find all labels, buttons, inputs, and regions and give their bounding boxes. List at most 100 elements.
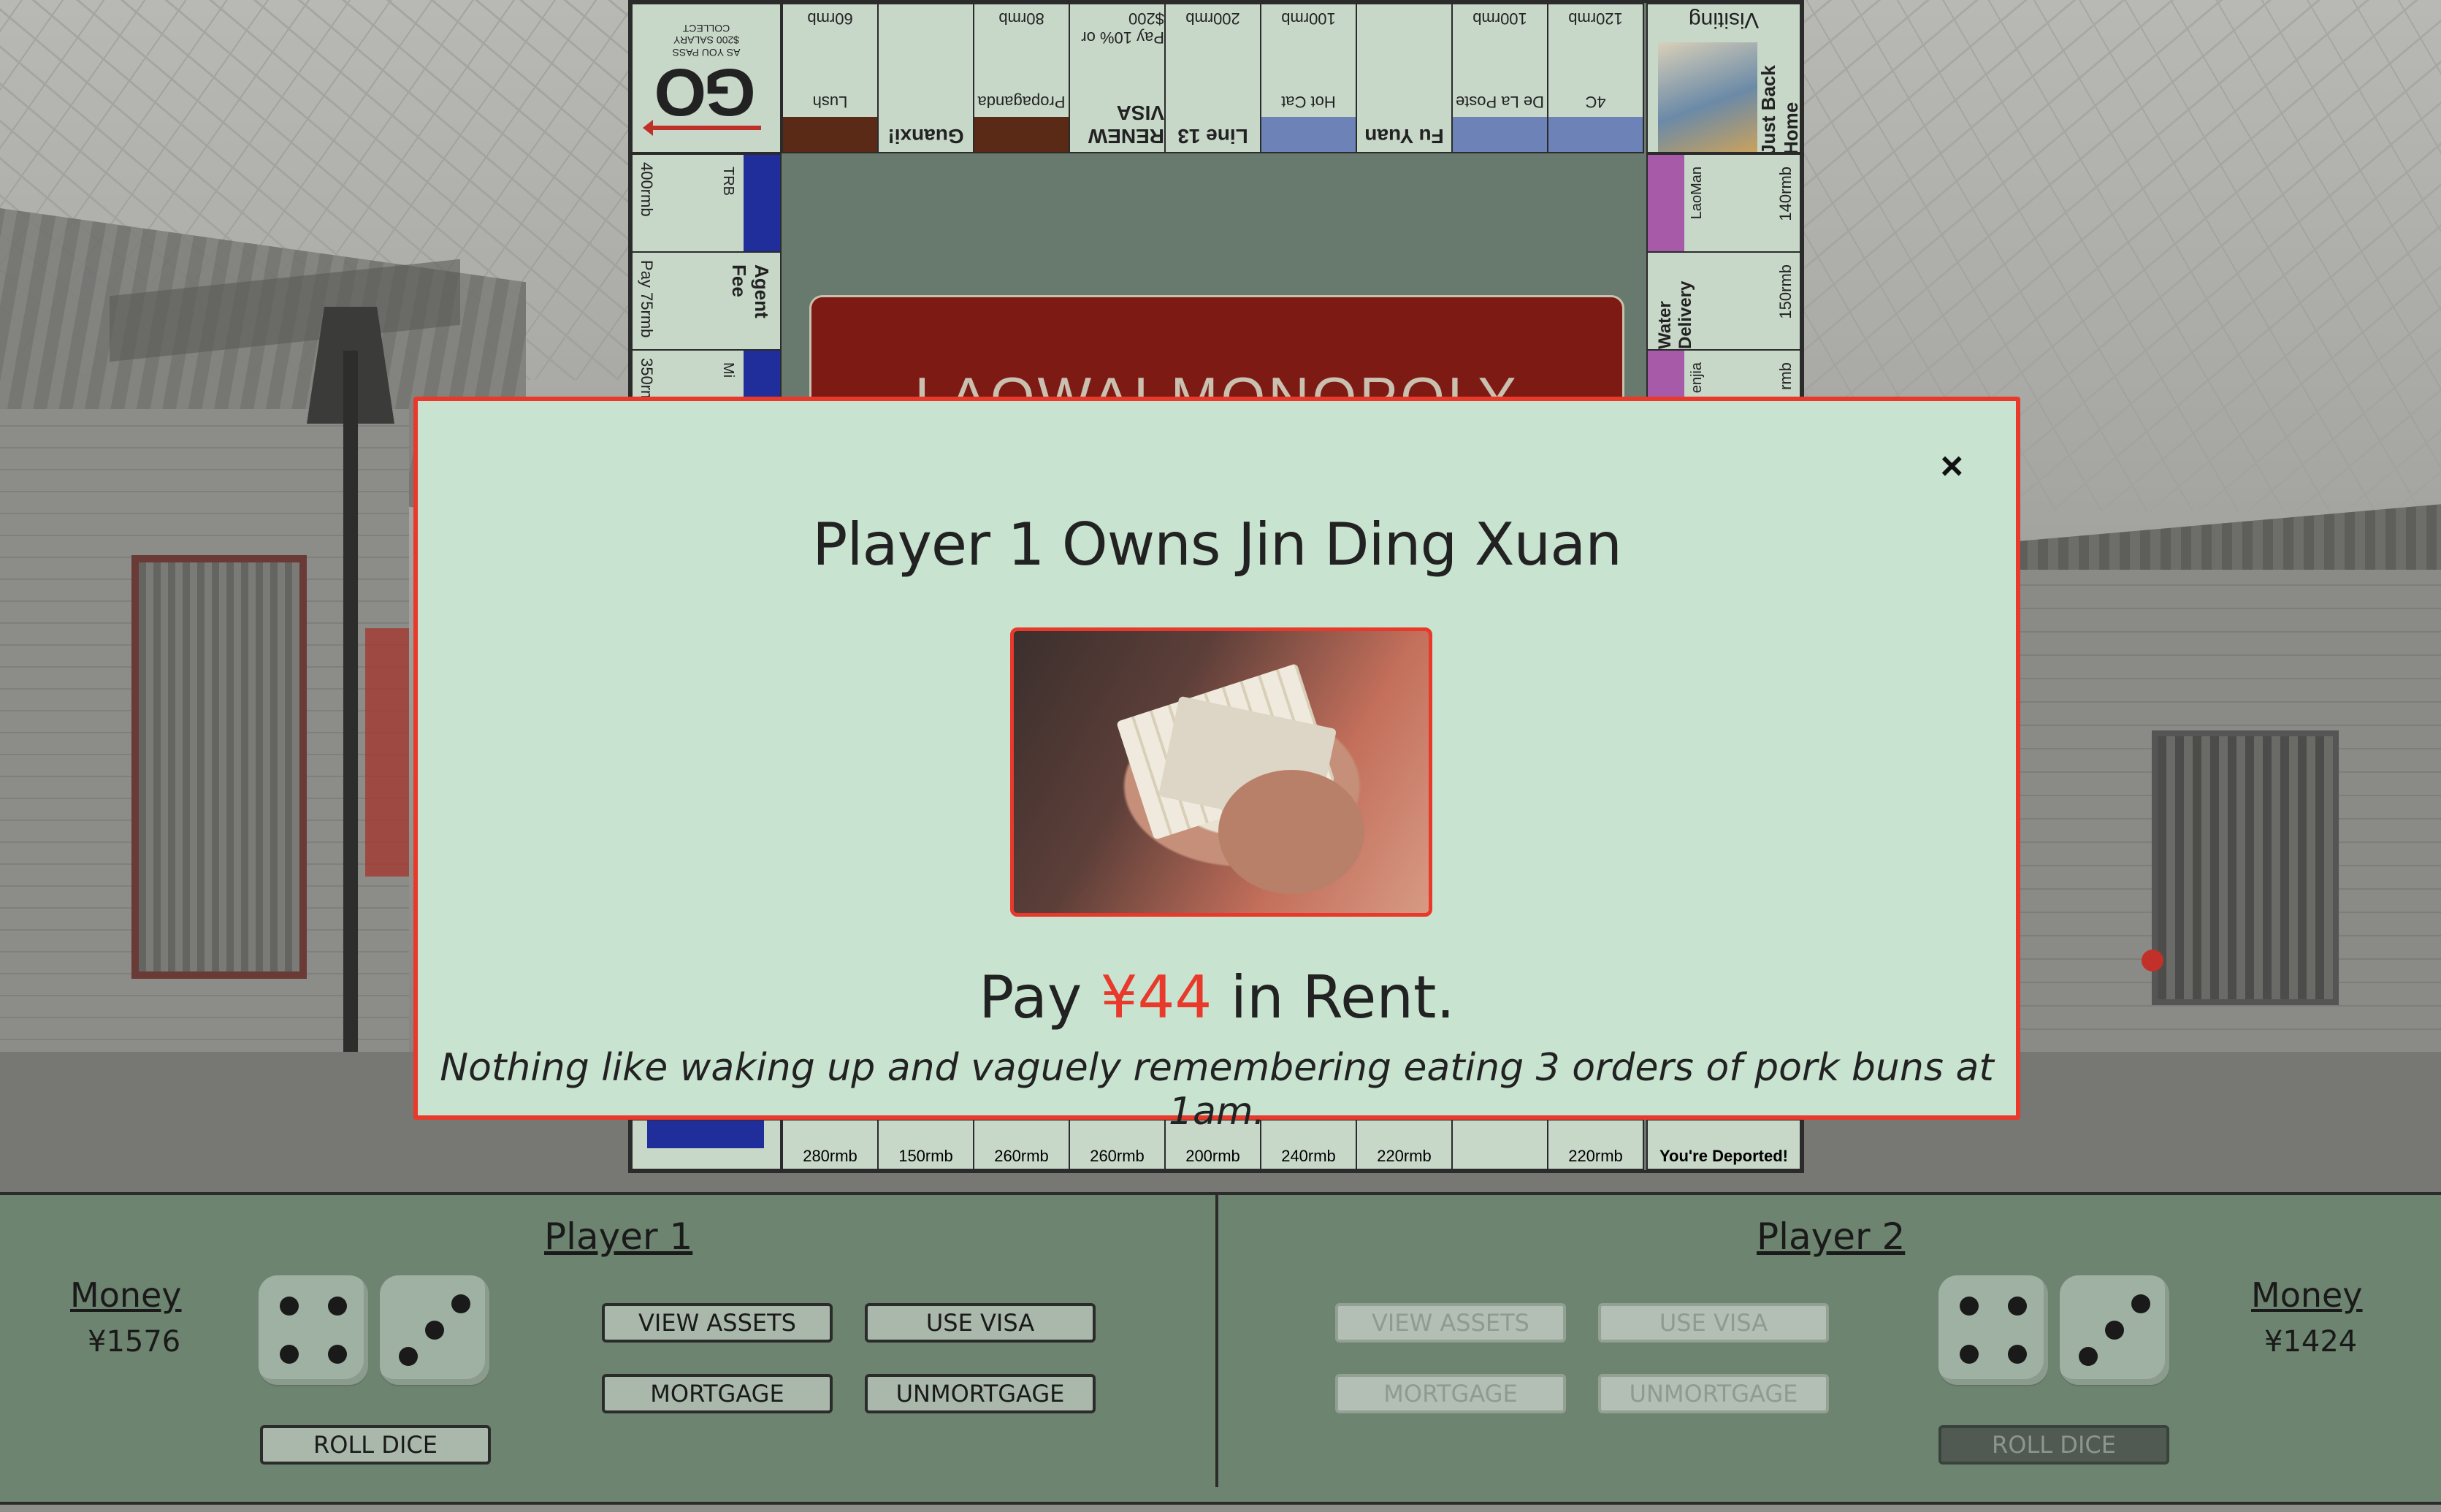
player-1-use-visa-button[interactable]: USE VISA [865, 1303, 1096, 1343]
background-door-left [131, 555, 307, 979]
rent-amount: ¥44 [1100, 963, 1212, 1031]
die-pip [2008, 1345, 2027, 1364]
color-band [744, 155, 780, 251]
die-pip [2079, 1347, 2098, 1366]
board-space-top: Hot Cat 100rmb [1260, 3, 1357, 153]
space-price: Pay 75rmb [638, 260, 656, 338]
rent-message: Pay ¥44 in Rent. [418, 963, 2016, 1031]
rent-suffix: in Rent. [1212, 963, 1455, 1031]
hand [1218, 770, 1364, 894]
go-sub-label-1: COLLECT [682, 22, 730, 34]
player-1-title: Player 1 [544, 1215, 693, 1258]
go-arrow-icon [652, 126, 761, 131]
money-photo [1010, 627, 1432, 917]
space-name: Guanxi! [887, 125, 964, 148]
board-space-top: 4C 120rmb [1547, 3, 1644, 153]
just-back-home-label: Just Back Home [1757, 65, 1801, 153]
space-price: 60rmb [807, 9, 853, 28]
player-2-money-label: Money [2251, 1275, 2363, 1315]
board-space-top: Line 13 200rmb [1164, 3, 1261, 153]
player-2-title: Player 2 [1757, 1215, 1906, 1258]
board-space-top: Guanxi! [877, 3, 974, 153]
die-pip [451, 1294, 470, 1313]
space-name: Lush [812, 93, 848, 111]
space-name: LaoMan [1689, 167, 1705, 220]
board-space-top: Fu Yuan [1356, 3, 1453, 153]
player-1-die-1 [259, 1275, 368, 1385]
space-name: enjia [1689, 362, 1705, 394]
panel-divider [1215, 1195, 1218, 1487]
space-price: 100rmb [1472, 9, 1527, 28]
space-name: Propaganda [977, 93, 1066, 111]
space-price: 140rmb [1776, 167, 1795, 221]
just-back-home-cell: Just Back Home [1757, 42, 1801, 153]
die-pip [425, 1321, 444, 1340]
player-1-roll-dice-button[interactable]: ROLL DICE [260, 1425, 491, 1465]
board-space-right: Water Delivery 150rmb [1646, 251, 1801, 351]
player-1-unmortgage-button[interactable]: UNMORTGAGE [865, 1374, 1096, 1413]
go-label: GO [657, 55, 756, 130]
die-pip [2131, 1294, 2150, 1313]
space-price: rmb [1776, 362, 1795, 390]
traveler-image [1658, 42, 1757, 152]
background-red-light [2142, 950, 2163, 971]
space-name: 4C [1585, 93, 1606, 111]
space-price: 100rmb [1281, 9, 1336, 28]
space-price: 150rmb [1776, 264, 1795, 319]
player-1-view-assets-button[interactable]: VIEW ASSETS [602, 1303, 833, 1343]
player-1-money-value: ¥1576 [88, 1325, 181, 1359]
die-pip [328, 1297, 347, 1316]
board-space-top: RENEW VISA Pay 10% or $200 [1069, 3, 1166, 153]
player-2-mortgage-button[interactable]: MORTGAGE [1335, 1374, 1566, 1413]
space-name: Hot Cat [1281, 93, 1336, 111]
rent-modal: × Player 1 Owns Jin Ding Xuan Pay ¥44 in… [413, 397, 2020, 1134]
die-pip [2105, 1321, 2124, 1340]
player-2-use-visa-button[interactable]: USE VISA [1598, 1303, 1829, 1343]
close-icon[interactable]: × [1940, 446, 1963, 486]
die-pip [280, 1297, 299, 1316]
player-1-die-2 [380, 1275, 489, 1385]
rent-prefix: Pay [979, 963, 1101, 1031]
space-price: 80rmb [998, 9, 1044, 28]
die-pip [399, 1347, 418, 1366]
space-name: De La Poste [1455, 93, 1545, 111]
space-price: 120rmb [1568, 9, 1623, 28]
space-name: TRB [720, 167, 736, 196]
go-sub-label-2: $200 SALARY [673, 34, 740, 47]
space-name: Water Delivery [1655, 280, 1695, 349]
space-name: Line 13 [1177, 125, 1248, 148]
board-corner-visiting: Visiting Just Back Home [1646, 3, 1801, 153]
rent-quote: Nothing like waking up and vaguely remem… [440, 1046, 1994, 1134]
die-pip [2008, 1297, 2027, 1316]
background-red-banner [365, 628, 409, 877]
board-space-top: De La Poste 100rmb [1451, 3, 1548, 153]
player-2-view-assets-button[interactable]: VIEW ASSETS [1335, 1303, 1566, 1343]
visiting-label: Visiting [1688, 8, 1760, 32]
board-space-left: Pay 75rmb Agent Fee [631, 251, 782, 351]
modal-title: Player 1 Owns Jin Ding Xuan [812, 511, 1622, 579]
board-space-left: 400rmb TRB [631, 153, 782, 253]
player-1-money-label: Money [70, 1275, 182, 1315]
board-corner-go: GO AS YOU PASS $200 SALARY COLLECT [631, 3, 782, 153]
board-space-right: LaoMan 140rmb [1646, 153, 1801, 253]
space-name: Mi [720, 362, 736, 378]
space-price: 400rmb [638, 162, 656, 217]
space-price: Pay 10% or $200 [1081, 9, 1164, 47]
die-pip [328, 1345, 347, 1364]
player-2-die-1 [1938, 1275, 2048, 1385]
die-pip [280, 1345, 299, 1364]
space-price: 200rmb [1185, 9, 1240, 28]
player-2-unmortgage-button[interactable]: UNMORTGAGE [1598, 1374, 1829, 1413]
space-name: Agent Fee [728, 264, 773, 318]
space-name: RENEW VISA [1088, 102, 1164, 148]
player-1-mortgage-button[interactable]: MORTGAGE [602, 1374, 833, 1413]
player-2-roll-dice-button[interactable]: ROLL DICE [1938, 1425, 2169, 1465]
background-window-right [2152, 730, 2339, 1005]
board-space-top: Lush 60rmb [782, 3, 879, 153]
die-pip [1960, 1345, 1979, 1364]
go-sub-label-3: AS YOU PASS [672, 47, 741, 59]
color-band [1648, 155, 1684, 251]
player-2-die-2 [2060, 1275, 2169, 1385]
die-pip [1960, 1297, 1979, 1316]
player-panel: Player 1 Money ¥1576 VIEW ASSETS USE VIS… [0, 1192, 2441, 1505]
